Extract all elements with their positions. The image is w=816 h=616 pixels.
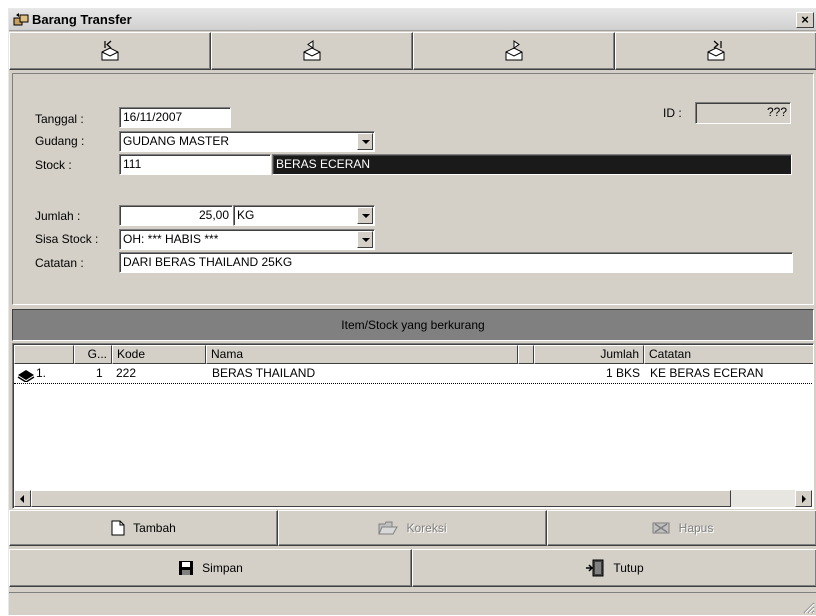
row-kode: 222 — [116, 366, 137, 380]
tutup-button[interactable]: Tutup — [412, 549, 816, 587]
next-record-button[interactable] — [413, 32, 615, 70]
transfer-app-icon — [13, 13, 29, 26]
form-panel: Tanggal : 16/11/2007 ID : ??? Gudang : G… — [12, 73, 814, 305]
horizontal-scrollbar[interactable] — [14, 490, 812, 507]
jumlah-label: Jumlah : — [35, 209, 81, 223]
unit-select[interactable]: KG — [233, 205, 375, 226]
scroll-left-button[interactable] — [14, 490, 31, 507]
header-nama[interactable]: Nama — [206, 345, 518, 364]
stock-label: Stock : — [35, 158, 72, 172]
header-jumlah[interactable]: Jumlah — [534, 345, 644, 364]
stock-name-field: BERAS ECERAN — [272, 154, 792, 175]
header-catatan[interactable]: Catatan — [644, 345, 813, 364]
tanggal-field[interactable]: 16/11/2007 — [119, 107, 231, 128]
last-record-icon — [707, 40, 725, 61]
tambah-label: Tambah — [133, 521, 176, 535]
tambah-button[interactable]: Tambah — [9, 510, 278, 546]
gudang-label: Gudang : — [35, 134, 85, 148]
header-g[interactable]: G... — [74, 345, 112, 364]
hapus-button[interactable]: Hapus — [547, 510, 816, 546]
unit-value: KG — [237, 208, 255, 222]
simpan-label: Simpan — [202, 561, 243, 575]
row-nama: BERAS THAILAND — [212, 366, 316, 380]
window-title: Barang Transfer — [32, 12, 132, 27]
row-book-icon — [17, 370, 35, 382]
row-catatan: KE BERAS ECERAN — [650, 366, 764, 380]
gudang-value: GUDANG MASTER — [123, 134, 230, 148]
id-label: ID : — [663, 106, 682, 120]
sisa-stock-value: OH: *** HABIS *** — [123, 232, 219, 246]
open-folder-icon — [378, 521, 399, 535]
tutup-label: Tutup — [613, 561, 644, 575]
jumlah-field[interactable]: 25,00 — [119, 205, 233, 226]
previous-record-button[interactable] — [211, 32, 413, 70]
header-indicator — [14, 345, 74, 364]
gudang-dropdown-button[interactable] — [357, 133, 373, 150]
first-record-icon — [101, 40, 119, 61]
catatan-label: Catatan : — [35, 256, 84, 270]
exit-door-icon — [586, 559, 604, 577]
sisa-stock-dropdown-button[interactable] — [357, 231, 373, 248]
last-record-button[interactable] — [615, 32, 816, 70]
row-jumlah: 1 BKS — [605, 366, 640, 380]
scroll-thumb[interactable] — [31, 490, 731, 507]
koreksi-button[interactable]: Koreksi — [278, 510, 547, 546]
stock-code-field[interactable]: 111 — [119, 154, 271, 175]
row-g: 1 — [96, 366, 103, 380]
resize-grip-icon[interactable] — [801, 600, 815, 614]
next-record-icon — [505, 40, 523, 61]
id-field: ??? — [695, 102, 791, 124]
unit-dropdown-button[interactable] — [357, 207, 373, 224]
tanggal-label: Tanggal : — [35, 112, 84, 126]
row-number: 1. — [36, 366, 47, 380]
sisa-stock-label: Sisa Stock : — [35, 232, 99, 246]
items-grid[interactable]: G... Kode Nama Jumlah Catatan 1. 1 222 B… — [12, 343, 814, 509]
section-title-bar: Item/Stock yang berkurang — [12, 309, 814, 341]
sisa-stock-select[interactable]: OH: *** HABIS *** — [119, 229, 375, 250]
previous-record-icon — [303, 40, 321, 61]
simpan-button[interactable]: Simpan — [9, 549, 412, 587]
gudang-select[interactable]: GUDANG MASTER — [119, 131, 375, 152]
barang-transfer-window: Barang Transfer × Tanggal : 16/11/2007 I… — [8, 8, 816, 615]
floppy-disk-icon — [179, 561, 194, 575]
header-kode[interactable]: Kode — [112, 345, 206, 364]
title-bar: Barang Transfer × — [9, 9, 816, 31]
status-bar — [9, 592, 816, 616]
new-document-icon — [111, 520, 125, 536]
catatan-field[interactable]: DARI BERAS THAILAND 25KG — [119, 252, 793, 273]
koreksi-label: Koreksi — [406, 521, 447, 535]
header-spacer — [518, 345, 534, 364]
table-row[interactable]: 1. 1 222 BERAS THAILAND 1 BKS KE BERAS E… — [14, 365, 813, 384]
hapus-label: Hapus — [678, 521, 714, 535]
close-button[interactable]: × — [796, 12, 814, 28]
first-record-button[interactable] — [9, 32, 211, 70]
delete-icon — [652, 522, 670, 534]
scroll-right-button[interactable] — [795, 490, 812, 507]
